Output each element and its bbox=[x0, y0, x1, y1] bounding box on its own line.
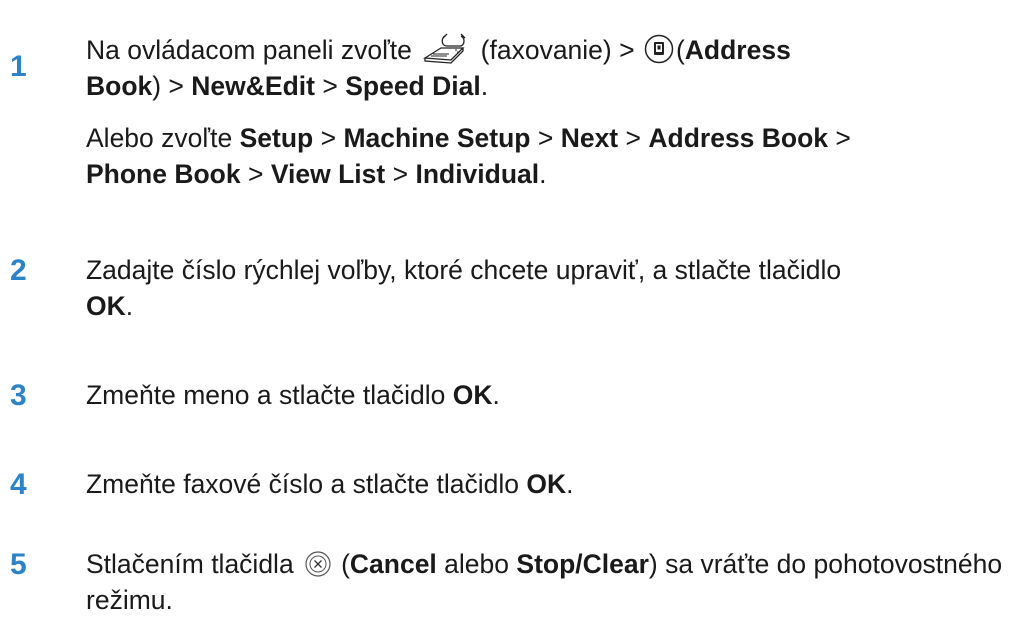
step-3-instruction: Zmeňte meno a stlačte tlačidlo OK. bbox=[86, 380, 500, 410]
step-number: 2 bbox=[10, 254, 27, 287]
step-number: 4 bbox=[10, 468, 27, 501]
step-number: 5 bbox=[10, 548, 27, 581]
step-number: 3 bbox=[10, 379, 27, 412]
fax-icon bbox=[423, 33, 466, 64]
step-number: 1 bbox=[10, 50, 27, 83]
address-book-icon bbox=[644, 34, 674, 64]
step-2-instruction: Zadajte číslo rýchlej voľby, ktoré chcet… bbox=[86, 255, 842, 321]
cancel-icon bbox=[305, 551, 331, 577]
step-1-alternative: Alebo zvoľte Setup > Machine Setup > Nex… bbox=[86, 123, 851, 189]
step-4-instruction: Zmeňte faxové číslo a stlačte tlačidlo O… bbox=[86, 469, 574, 499]
step-5-instruction: Stlačením tlačidla (Cancel alebo Stop/Cl… bbox=[86, 549, 1003, 615]
step-1-instruction: Na ovládacom paneli zvoľte (faxovanie) >… bbox=[86, 32, 1006, 104]
